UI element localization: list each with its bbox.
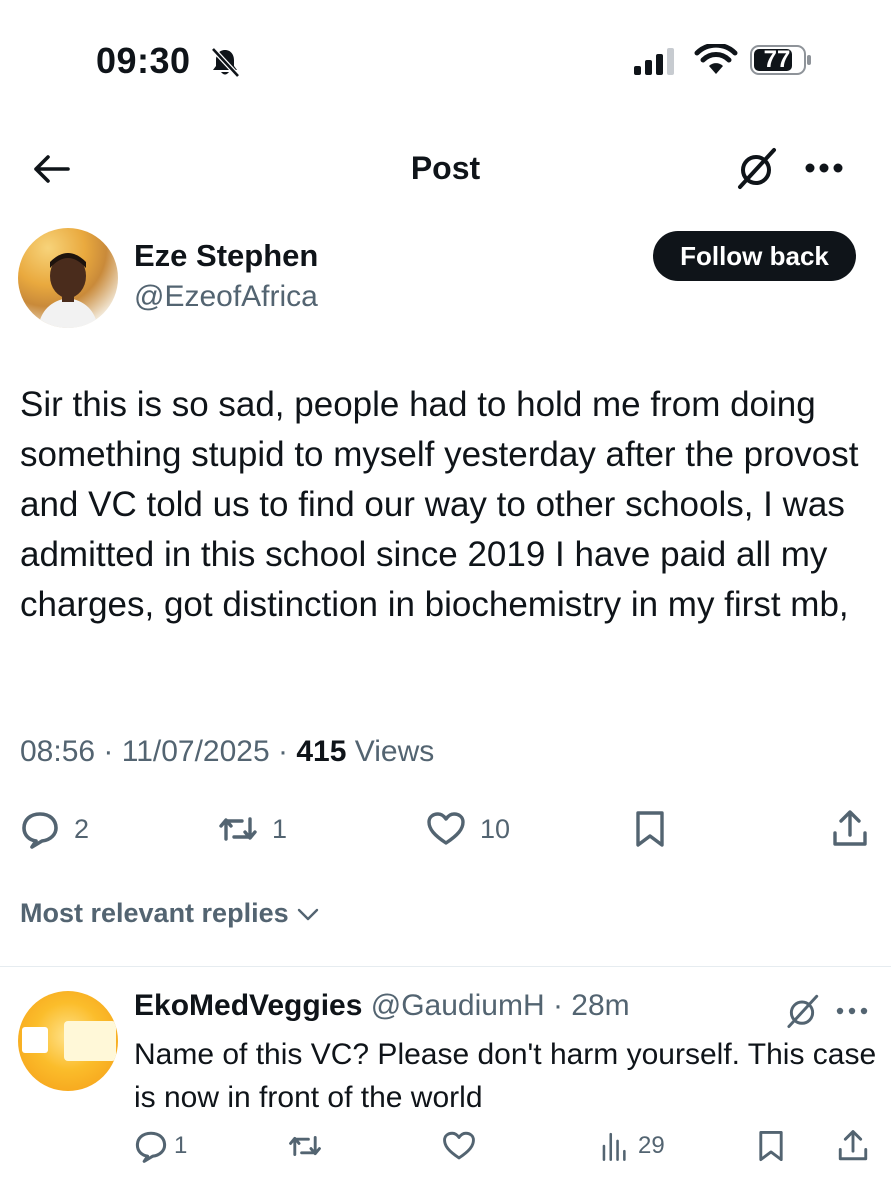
analytics-icon [602, 1132, 626, 1161]
nav-bar: Post [0, 130, 891, 210]
repost-icon [289, 1136, 321, 1156]
bookmark-button[interactable] [630, 806, 670, 852]
repost-icon [219, 817, 257, 841]
reply-button[interactable]: 2 [20, 806, 89, 852]
heart-icon [443, 1131, 475, 1160]
post-time: 08:56 [20, 735, 96, 768]
reply-icon [22, 812, 58, 849]
repost-button[interactable]: 1 [218, 806, 287, 852]
reply-author-name[interactable]: EkoMedVeggies [134, 989, 362, 1022]
bookmark-icon [636, 811, 664, 847]
share-icon [833, 810, 867, 846]
status-bar: 09:30 77 [0, 0, 891, 120]
bell-slash-icon [211, 47, 240, 78]
reply-header: EkoMedVeggies @GaudiumH · 28m [134, 989, 630, 1023]
divider [0, 966, 891, 967]
wifi-icon [694, 44, 738, 74]
meta-separator: · [544, 989, 572, 1022]
bookmark-icon [759, 1130, 783, 1162]
heart-icon [427, 812, 465, 845]
grok-icon[interactable] [734, 146, 778, 190]
battery-level: 77 [763, 46, 791, 73]
avatar-logo [22, 1027, 48, 1053]
grok-icon[interactable] [784, 993, 820, 1029]
author-name[interactable]: Eze Stephen [134, 238, 318, 274]
avatar[interactable] [18, 991, 118, 1091]
reply-reply-button[interactable]: 1 [134, 1129, 187, 1163]
share-button[interactable] [830, 806, 870, 852]
status-time: 09:30 [96, 40, 191, 81]
cellular-signal-icon [634, 48, 674, 75]
reply-repost-button[interactable] [288, 1129, 322, 1163]
post-meta: 08:56 · 11/07/2025 · 415 Views [20, 735, 434, 769]
reply-bookmark-button[interactable] [754, 1129, 788, 1163]
post-text: Sir this is so sad, people had to hold m… [20, 385, 859, 624]
author-handle[interactable]: @EzeofAfrica [134, 280, 318, 314]
follow-back-button[interactable]: Follow back [653, 231, 856, 281]
reply-text: Name of this VC? Please don't harm yours… [134, 1038, 877, 1114]
post-date: 11/07/2025 [121, 735, 270, 768]
repost-count: 1 [272, 813, 288, 844]
views-label[interactable]: Views [355, 735, 434, 768]
reply-count: 2 [74, 813, 90, 844]
reply-actions: 1 29 [0, 1125, 891, 1175]
reply-reply-count: 1 [174, 1132, 188, 1159]
avatar[interactable] [18, 228, 118, 328]
meta-separator: · [103, 735, 122, 768]
more-horizontal-icon[interactable] [832, 999, 872, 1023]
views-count[interactable]: 415 [296, 735, 346, 768]
meta-separator: · [278, 735, 297, 768]
chevron-down-icon [297, 908, 318, 920]
avatar-portrait [38, 253, 98, 328]
reply-time: 28m [571, 989, 630, 1022]
reply-like-button[interactable] [442, 1129, 476, 1163]
like-count: 10 [480, 813, 511, 844]
reply-author-handle[interactable]: @GaudiumH [371, 989, 545, 1022]
reply-views-button[interactable]: 29 [598, 1129, 665, 1163]
reply-share-button[interactable] [836, 1129, 870, 1163]
reply-icon [135, 1131, 167, 1163]
like-button[interactable]: 10 [426, 806, 510, 852]
reply-views-count: 29 [638, 1132, 665, 1159]
more-horizontal-icon[interactable] [800, 150, 848, 186]
avatar-label-card [64, 1021, 116, 1061]
reply-item[interactable]: EkoMedVeggies @GaudiumH · 28m Name of th… [0, 975, 891, 1200]
replies-sort-dropdown[interactable]: Most relevant replies [20, 898, 321, 929]
share-icon [838, 1130, 868, 1161]
replies-sort-label: Most relevant replies [20, 898, 289, 928]
post-author: Eze Stephen @EzeofAfrica Follow back [0, 226, 891, 336]
post-actions: 2 1 10 [0, 800, 891, 860]
